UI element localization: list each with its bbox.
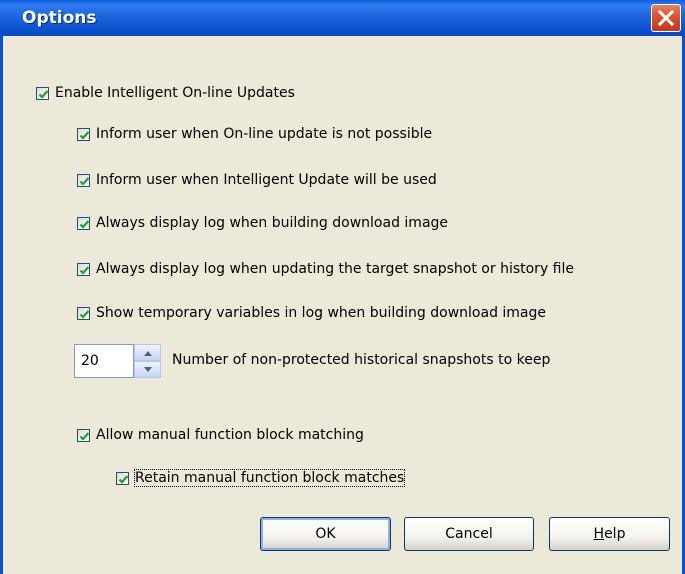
show-temp-variables-label: Show temporary variables in log when bui… [96, 305, 547, 321]
checkbox-box[interactable] [77, 306, 90, 320]
allow-manual-matching-checkbox[interactable]: Allow manual function block matching [77, 425, 364, 445]
checkbox-box[interactable] [116, 471, 129, 485]
spin-down-button[interactable] [134, 361, 161, 378]
log-snapshot-history-checkbox[interactable]: Always display log when updating the tar… [77, 259, 574, 279]
checkmark-icon [38, 89, 49, 99]
checkmark-icon [79, 309, 90, 319]
inform-online-not-possible-label: Inform user when On-line update is not p… [96, 126, 433, 142]
snapshots-label: Number of non-protected historical snaps… [172, 352, 551, 368]
checkbox-box[interactable] [77, 127, 90, 141]
log-download-image-checkbox[interactable]: Always display log when building downloa… [77, 213, 448, 233]
snapshots-spinner[interactable] [74, 344, 164, 378]
checkmark-icon [79, 130, 90, 140]
retain-manual-matches-label: Retain manual function block matches [133, 469, 406, 487]
checkmark-icon [79, 219, 90, 229]
spin-up-button[interactable] [134, 344, 161, 361]
ok-button[interactable]: OK [260, 517, 391, 551]
checkmark-icon [118, 474, 129, 484]
checkbox-box[interactable] [36, 86, 49, 100]
log-snapshot-history-label: Always display log when updating the tar… [96, 261, 574, 277]
cancel-button[interactable]: Cancel [404, 517, 534, 551]
checkbox-box[interactable] [77, 216, 90, 230]
window-title: Options [22, 8, 97, 28]
close-icon [658, 10, 674, 26]
spin-down-icon [144, 367, 152, 372]
checkmark-icon [79, 431, 90, 441]
checkbox-box[interactable] [77, 428, 90, 442]
help-button[interactable]: Help [549, 517, 670, 551]
allow-manual-matching-label: Allow manual function block matching [96, 427, 364, 443]
checkmark-icon [79, 176, 90, 186]
enable-updates-label: Enable Intelligent On-line Updates [55, 85, 295, 101]
log-download-image-label: Always display log when building downloa… [96, 215, 449, 231]
enable-updates-checkbox[interactable]: Enable Intelligent On-line Updates [36, 83, 295, 103]
window-frame-left [0, 36, 3, 574]
inform-intelligent-update-label: Inform user when Intelligent Update will… [96, 172, 437, 188]
help-label-rest: elp [604, 526, 626, 542]
checkmark-icon [79, 265, 90, 275]
checkbox-box[interactable] [77, 173, 90, 187]
show-temp-variables-checkbox[interactable]: Show temporary variables in log when bui… [77, 303, 546, 323]
spin-up-icon [144, 351, 152, 356]
title-bar: Options [0, 0, 685, 36]
snapshots-count-input[interactable] [74, 344, 134, 378]
inform-online-not-possible-checkbox[interactable]: Inform user when On-line update is not p… [77, 124, 432, 144]
checkbox-box[interactable] [77, 262, 90, 276]
close-button[interactable] [651, 4, 681, 32]
retain-manual-matches-checkbox[interactable]: Retain manual function block matches [116, 468, 406, 488]
inform-intelligent-update-checkbox[interactable]: Inform user when Intelligent Update will… [77, 170, 437, 190]
help-mnemonic: H [593, 526, 605, 542]
